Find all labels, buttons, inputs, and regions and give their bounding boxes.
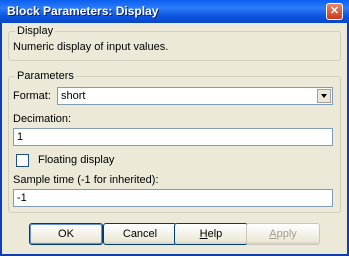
- decimation-value: 1: [17, 131, 24, 143]
- sample-time-label: Sample time (-1 for inherited):: [13, 174, 159, 186]
- display-group: Display Numeric display of input values.: [8, 25, 341, 61]
- format-label: Format:: [13, 90, 51, 102]
- help-button-mnemonic: H: [199, 228, 208, 240]
- parameters-group: Parameters Format: short Decimation: 1 F…: [8, 70, 341, 213]
- decimation-label: Decimation:: [13, 113, 72, 125]
- close-icon: ✕: [329, 5, 340, 17]
- parameters-group-legend: Parameters: [15, 70, 76, 82]
- help-button-label: elp: [207, 228, 223, 240]
- help-button[interactable]: Help: [174, 223, 248, 245]
- apply-button-label: pply: [276, 228, 297, 240]
- window-title: Block Parameters: Display: [7, 4, 159, 18]
- display-group-legend: Display: [15, 25, 56, 37]
- ok-button[interactable]: OK: [29, 223, 103, 245]
- ok-button-label: OK: [58, 228, 74, 240]
- apply-button-mnemonic: A: [269, 228, 277, 240]
- display-description: Numeric display of input values.: [13, 41, 169, 53]
- sample-time-value: -1: [17, 192, 27, 204]
- format-select-value: short: [61, 90, 86, 102]
- apply-button[interactable]: Apply: [246, 223, 320, 245]
- format-select[interactable]: short: [57, 87, 333, 105]
- dialog-window: Block Parameters: Display ✕ Display Nume…: [0, 0, 349, 256]
- title-bar[interactable]: Block Parameters: Display ✕: [0, 0, 349, 23]
- sample-time-input[interactable]: -1: [13, 189, 333, 207]
- close-button[interactable]: ✕: [326, 3, 343, 20]
- cancel-button-label: Cancel: [122, 228, 158, 240]
- chevron-down-icon[interactable]: [317, 89, 331, 103]
- floating-display-label[interactable]: Floating display: [38, 154, 114, 166]
- cancel-button[interactable]: Cancel: [103, 223, 177, 245]
- floating-display-checkbox[interactable]: [16, 154, 29, 167]
- decimation-input[interactable]: 1: [13, 128, 333, 146]
